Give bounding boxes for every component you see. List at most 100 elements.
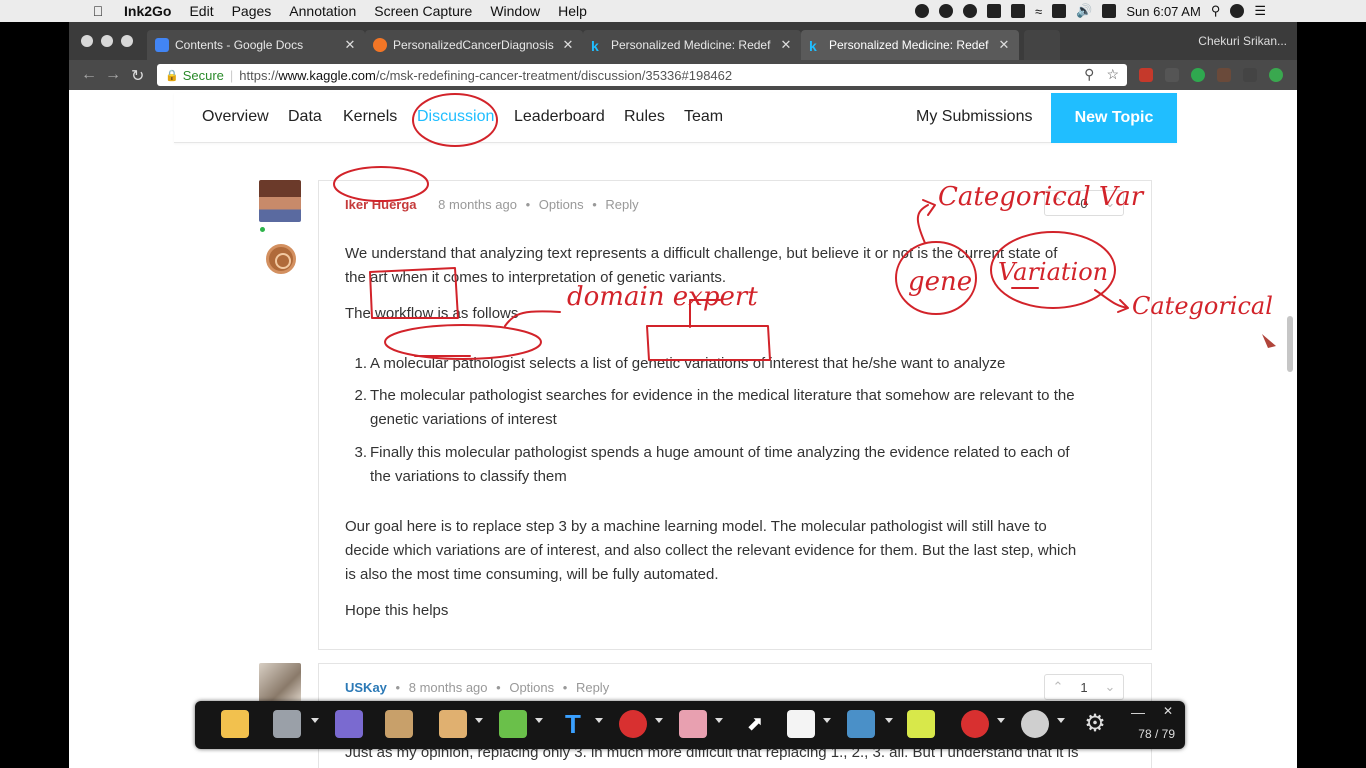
dropdown-caret-icon[interactable] — [655, 718, 663, 723]
whiteboard-icon[interactable] — [385, 710, 413, 738]
profile-name[interactable]: Chekuri Srikan... — [1198, 34, 1287, 48]
new-topic-button[interactable]: New Topic — [1051, 93, 1177, 143]
nav-leaderboard[interactable]: Leaderboard — [514, 108, 605, 126]
page-scrollbar[interactable] — [1287, 316, 1293, 372]
apple-menu-icon[interactable]:  — [88, 3, 108, 19]
dropdown-caret-icon[interactable] — [535, 718, 543, 723]
list-item-number: 2. — [354, 387, 367, 404]
comment-author[interactable]: Iker Huerga — [345, 197, 417, 212]
options-link[interactable]: Options — [509, 680, 554, 695]
tab-close-icon[interactable]: ✕ — [561, 37, 575, 53]
shape-tool-icon[interactable] — [619, 710, 647, 738]
downvote-chevron-icon[interactable]: ⌄ — [1097, 679, 1123, 695]
upload-extension-icon[interactable] — [1269, 68, 1283, 82]
dropdown-caret-icon[interactable] — [997, 718, 1005, 723]
options-link[interactable]: Options — [539, 197, 584, 212]
circle-status-icon[interactable] — [963, 4, 978, 18]
upvote-chevron-icon[interactable]: ⌃ — [1045, 679, 1071, 695]
zoom-window-button[interactable] — [121, 35, 133, 47]
battery-icon[interactable] — [1102, 4, 1117, 18]
dropbox-icon[interactable] — [1011, 4, 1026, 18]
back-arrow-icon[interactable]: ← — [81, 66, 97, 84]
grammarly-extension-icon[interactable] — [1191, 68, 1205, 82]
menu-annotation[interactable]: Annotation — [289, 3, 356, 19]
dropdown-caret-icon[interactable] — [823, 718, 831, 723]
tab-jupyter[interactable]: PersonalizedCancerDiagnosis ✕ — [365, 30, 583, 60]
dropdown-caret-icon[interactable] — [715, 718, 723, 723]
nav-kernels[interactable]: Kernels — [343, 108, 397, 126]
nav-discussion[interactable]: Discussion — [417, 108, 494, 126]
reload-icon[interactable]: ↻ — [131, 66, 144, 86]
webcam-icon[interactable] — [1021, 710, 1049, 738]
dropdown-caret-icon[interactable] — [885, 718, 893, 723]
menubar-clock[interactable]: Sun 6:07 AM — [1126, 4, 1200, 19]
airplay-icon[interactable] — [1052, 4, 1067, 18]
tab-close-icon[interactable]: ✕ — [779, 37, 793, 53]
eraser-tool-icon[interactable] — [679, 710, 707, 738]
menu-screen-capture[interactable]: Screen Capture — [374, 3, 472, 19]
close-icon[interactable]: ✕ — [1163, 704, 1173, 718]
comment-paragraph: We understand that analyzing text repres… — [345, 245, 1058, 286]
dropdown-caret-icon[interactable] — [595, 718, 603, 723]
bookmark-star-icon[interactable]: ☆ — [1106, 66, 1119, 83]
menu-help[interactable]: Help — [558, 3, 587, 19]
tab-google-docs[interactable]: Contents - Google Docs ✕ — [147, 30, 365, 60]
line-tool-icon[interactable] — [847, 710, 875, 738]
extension-x-icon[interactable] — [1165, 68, 1179, 82]
settings-gear-icon[interactable]: ⚙ — [1081, 710, 1109, 738]
forward-arrow-icon[interactable]: → — [105, 66, 121, 84]
cursor-mode-icon[interactable] — [221, 710, 249, 738]
siri-icon[interactable] — [1230, 4, 1245, 18]
url-bar[interactable]: 🔒 Secure | https://www.kaggle.com/c/msk-… — [157, 64, 1127, 86]
menu-window[interactable]: Window — [490, 3, 540, 19]
teamviewer-icon[interactable] — [987, 4, 1002, 18]
tab-kaggle-2[interactable]: k Personalized Medicine: Redef ✕ — [801, 30, 1019, 60]
downvote-chevron-icon[interactable]: ⌄ — [1097, 195, 1123, 211]
pencil-tool-icon[interactable] — [439, 710, 467, 738]
volume-icon[interactable]: 🔊 — [1076, 3, 1092, 19]
notification-center-icon[interactable]: ☰ — [1254, 3, 1266, 19]
screen-shade-icon[interactable] — [787, 710, 815, 738]
tab-kaggle-1[interactable]: k Personalized Medicine: Redef ✕ — [583, 30, 801, 60]
highlighter-tool-icon[interactable] — [499, 710, 527, 738]
spotlight-search-icon[interactable]: ⚲ — [1211, 3, 1221, 19]
reply-link[interactable]: Reply — [605, 197, 638, 212]
record-button-icon[interactable] — [961, 710, 989, 738]
new-tab-button[interactable] — [1024, 30, 1060, 60]
wifi-icon[interactable]: ≈ — [1035, 4, 1042, 19]
minimize-window-button[interactable] — [101, 35, 113, 47]
nav-team[interactable]: Team — [684, 108, 723, 126]
tab-close-icon[interactable]: ✕ — [997, 37, 1011, 53]
ink2go-toolbar: T ⬈ ⚙ — ✕ 78 / 79 — [195, 701, 1185, 749]
upvote-chevron-icon[interactable]: ⌃ — [1045, 195, 1071, 211]
text-tool-icon[interactable]: T — [559, 710, 587, 738]
minimize-icon[interactable]: — — [1131, 704, 1145, 720]
menu-app-name[interactable]: Ink2Go — [124, 3, 171, 19]
dropdown-caret-icon[interactable] — [1057, 718, 1065, 723]
avatar[interactable] — [259, 663, 301, 705]
share-extension-icon[interactable] — [1243, 68, 1257, 82]
zoom-icon[interactable]: ⚲ — [1084, 66, 1094, 83]
record-status-icon[interactable] — [915, 4, 930, 18]
extension-icon[interactable] — [1217, 68, 1231, 82]
menu-pages[interactable]: Pages — [232, 3, 272, 19]
dropdown-caret-icon[interactable] — [311, 718, 319, 723]
comment-author[interactable]: USKay — [345, 680, 387, 695]
menu-edit[interactable]: Edit — [189, 3, 213, 19]
nav-overview[interactable]: Overview — [202, 108, 269, 126]
avatar[interactable] — [259, 180, 301, 222]
capture-icon[interactable] — [273, 710, 301, 738]
tab-close-icon[interactable]: ✕ — [343, 37, 357, 53]
nav-rules[interactable]: Rules — [624, 108, 665, 126]
cloud-icon[interactable] — [939, 4, 954, 18]
pointer-tool-icon[interactable]: ⬈ — [741, 710, 769, 738]
marker-tool-icon[interactable] — [335, 710, 363, 738]
gmail-extension-icon[interactable] — [1139, 68, 1153, 82]
my-submissions-link[interactable]: My Submissions — [916, 108, 1032, 126]
color-swatch-icon[interactable] — [907, 710, 935, 738]
close-window-button[interactable] — [81, 35, 93, 47]
dropdown-caret-icon[interactable] — [475, 718, 483, 723]
reply-link[interactable]: Reply — [576, 680, 609, 695]
tab-label: PersonalizedCancerDiagnosis — [393, 38, 554, 52]
nav-data[interactable]: Data — [288, 108, 322, 126]
